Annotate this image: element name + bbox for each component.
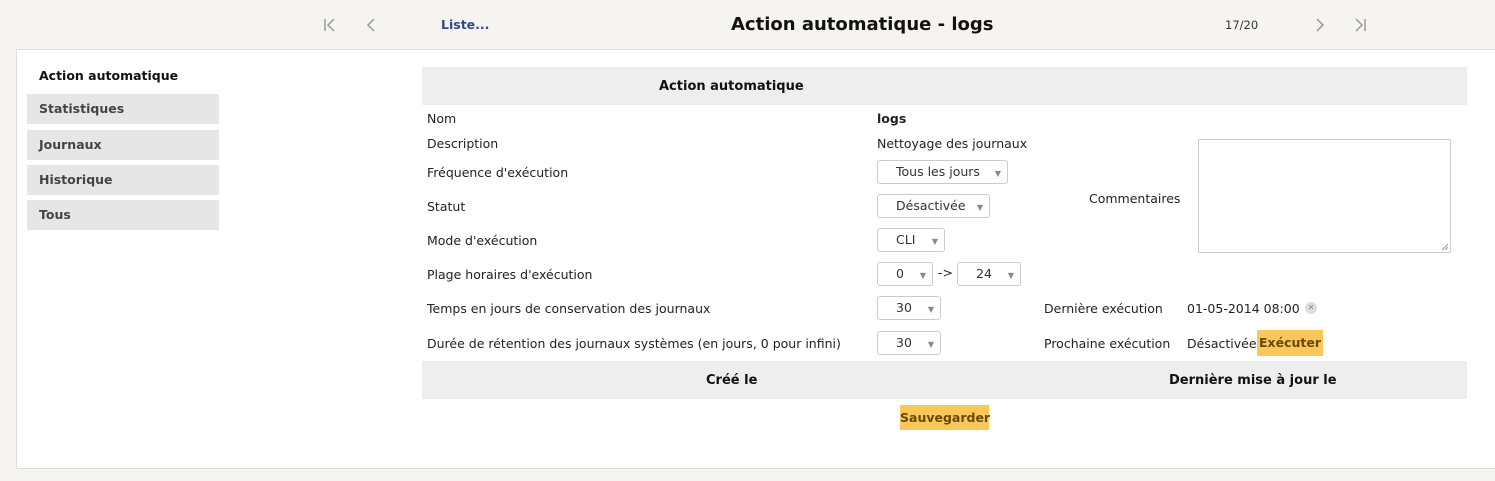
chevron-down-icon: ▼ (927, 305, 934, 314)
comments-textarea[interactable] (1198, 139, 1451, 253)
last-record-icon[interactable] (1350, 14, 1370, 36)
list-link[interactable]: Liste... (441, 17, 489, 32)
form-header-title: Action automatique (659, 79, 804, 94)
chevron-down-icon: ▼ (976, 203, 983, 212)
status-label: Statut (427, 199, 466, 214)
sys-retention-label: Durée de rétention des journaux systèmes… (427, 336, 841, 351)
previous-record-icon[interactable] (361, 14, 381, 36)
main-panel (16, 49, 1495, 469)
sys-retention-value: 30 (896, 335, 912, 350)
last-run-value: 01-05-2014 08:00 (1187, 301, 1300, 316)
chevron-down-icon: ▼ (927, 340, 934, 349)
keep-days-value: 30 (896, 300, 912, 315)
hours-separator: -> (938, 265, 953, 280)
last-run-label: Dernière exécution (1044, 301, 1163, 316)
updated-label: Dernière mise à jour le (1169, 373, 1337, 388)
sidebar-item-tous[interactable]: Tous (27, 200, 219, 232)
chevron-down-icon: ▼ (994, 169, 1001, 178)
next-run-label: Prochaine exécution (1044, 336, 1171, 351)
description-label: Description (427, 136, 499, 151)
mode-label: Mode d'exécution (427, 233, 538, 248)
chevron-down-icon: ▼ (919, 271, 926, 280)
form-header (422, 67, 1467, 105)
status-select-value: Désactivée (896, 198, 966, 213)
execute-button[interactable]: Exécuter (1257, 330, 1323, 356)
hours-from-select[interactable]: 0 ▼ (877, 262, 933, 286)
sidebar-item-statistiques[interactable]: Statistiques (27, 94, 219, 126)
created-label: Créé le (706, 373, 758, 388)
sidebar-title[interactable]: Action automatique (39, 68, 178, 83)
comments-label: Commentaires (1089, 191, 1181, 206)
sidebar-item-journaux[interactable]: Journaux (27, 130, 219, 162)
record-counter: 17/20 (1225, 18, 1259, 32)
hours-to-select[interactable]: 24 ▼ (957, 262, 1021, 286)
frequency-select[interactable]: Tous les jours ▼ (877, 160, 1008, 184)
first-record-icon[interactable] (320, 14, 340, 36)
frequency-label: Fréquence d'exécution (427, 165, 569, 180)
chevron-down-icon: ▼ (931, 237, 938, 246)
chevron-down-icon: ▼ (1007, 271, 1014, 280)
next-run-value: Désactivée (1187, 336, 1257, 351)
hours-from-value: 0 (896, 266, 904, 281)
description-value: Nettoyage des journaux (877, 136, 1028, 151)
mode-select[interactable]: CLI ▼ (877, 228, 945, 252)
page-title: Action automatique - logs (731, 14, 994, 35)
mode-select-value: CLI (896, 232, 916, 247)
hours-to-value: 24 (976, 266, 992, 281)
save-button[interactable]: Sauvegarder (900, 405, 990, 430)
navigation-bar: Liste... Action automatique - logs 17/20 (0, 0, 1495, 50)
sys-retention-select[interactable]: 30 ▼ (877, 331, 941, 355)
hours-label: Plage horaires d'exécution (427, 267, 593, 282)
resize-grip-icon[interactable] (1441, 243, 1449, 251)
clear-icon[interactable]: ✕ (1305, 302, 1317, 314)
sidebar-item-historique[interactable]: Historique (27, 165, 219, 197)
status-select[interactable]: Désactivée ▼ (877, 194, 990, 218)
name-label: Nom (427, 111, 457, 126)
name-value: logs (877, 111, 907, 126)
keep-days-label: Temps en jours de conservation des journ… (427, 301, 711, 316)
next-record-icon[interactable] (1310, 14, 1330, 36)
frequency-select-value: Tous les jours (896, 164, 980, 179)
keep-days-select[interactable]: 30 ▼ (877, 296, 941, 320)
